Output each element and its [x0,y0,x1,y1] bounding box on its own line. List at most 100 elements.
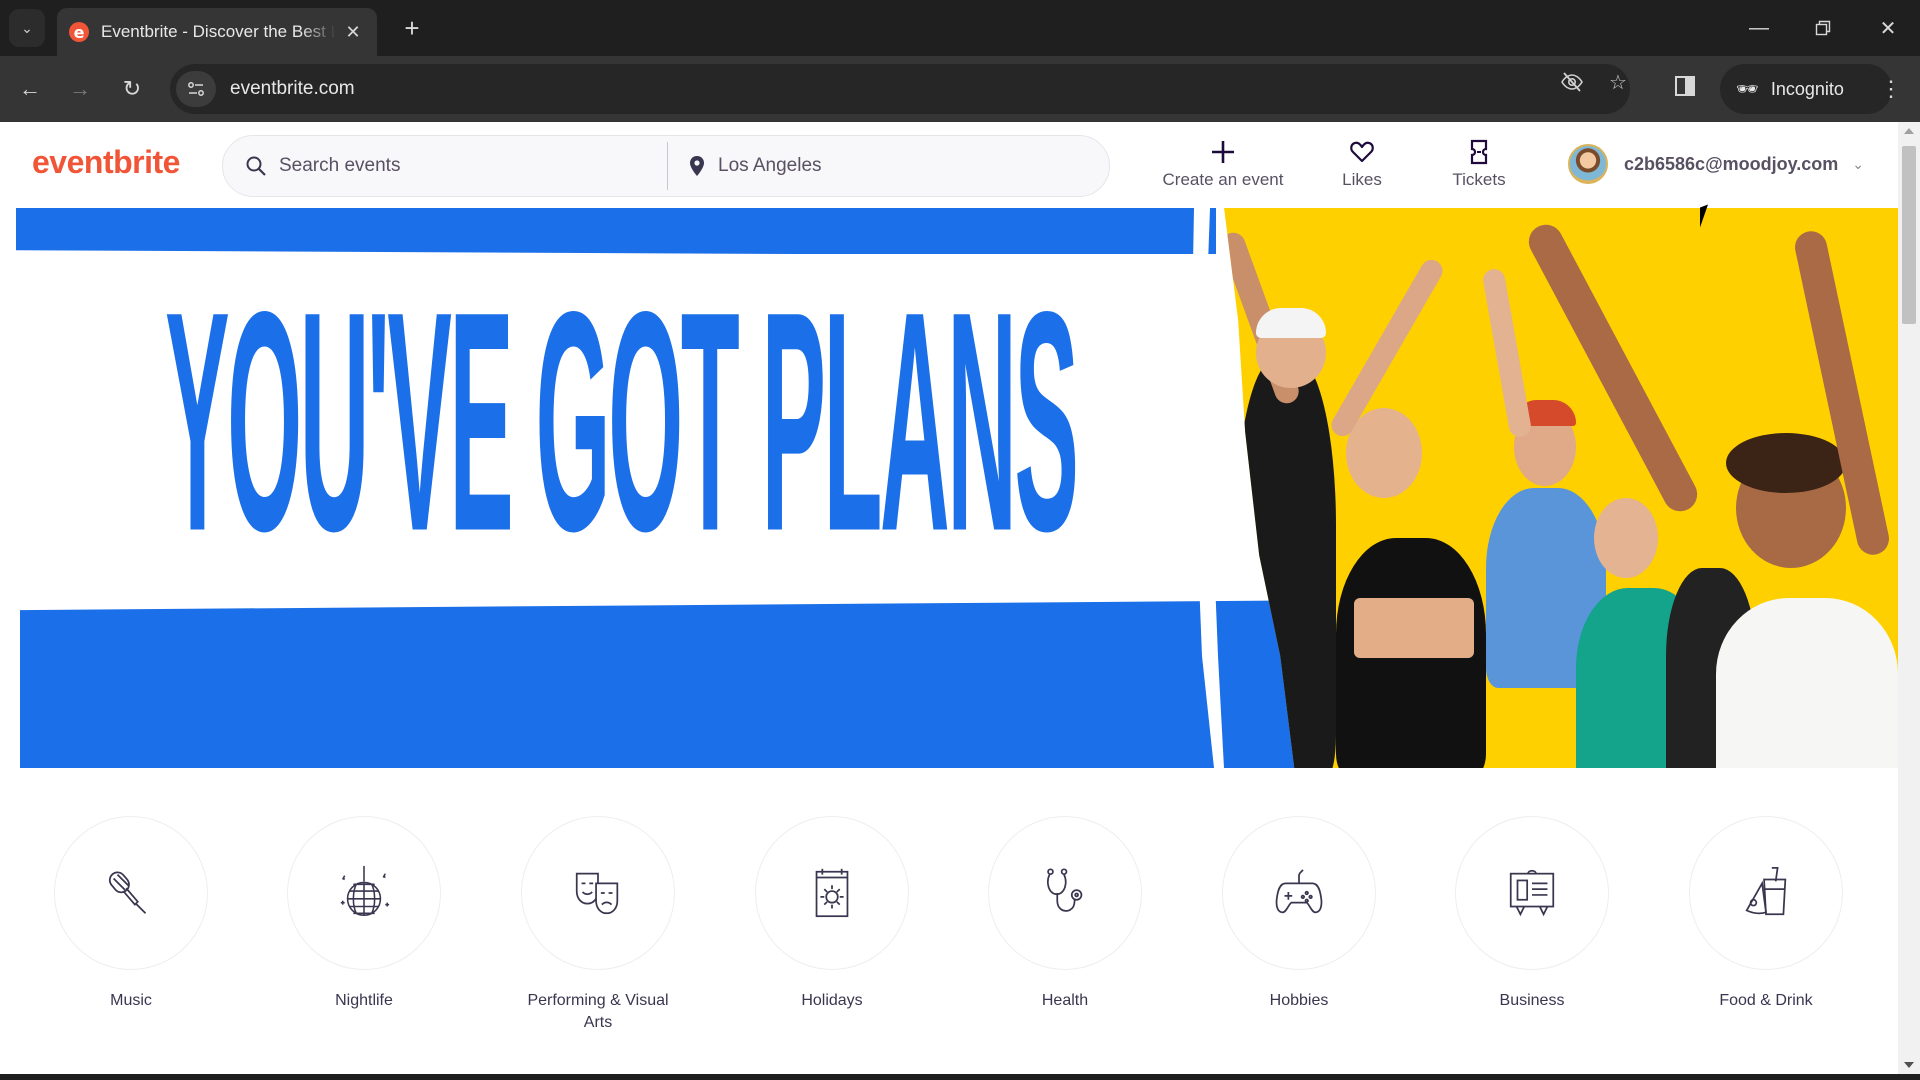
side-panel-icon [1675,76,1695,96]
close-icon: ✕ [1879,17,1897,40]
new-tab-button[interactable]: + [396,12,428,44]
address-bar[interactable]: eventbrite.com [170,64,1630,114]
calendar-sun-icon [815,868,849,918]
restore-button[interactable] [1801,10,1845,46]
likes-button[interactable]: Likes [1332,138,1392,194]
hero-banner: YOU'VE GOT PLANS Find yo [0,208,1898,768]
category-food-drink[interactable]: Food & Drink [1666,816,1866,1012]
avatar [1568,144,1608,184]
search-input[interactable]: Search events [223,136,667,196]
heart-icon [1349,138,1375,166]
site-header: eventbrite Search events Los Angeles Cre… [0,122,1898,208]
category-icon-circle [1222,816,1376,970]
incognito-indicator[interactable]: 🕶 Incognito [1720,64,1892,114]
browser-tab-active[interactable]: e Eventbrite - Discover the Best Local E… [57,8,377,56]
category-icon-circle [54,816,208,970]
category-health[interactable]: Health [965,816,1165,1012]
side-panel-button[interactable] [1674,75,1702,103]
disco-ball-icon [340,865,390,917]
search-placeholder: Search events [279,155,401,176]
search-bar: Search events Los Angeles [222,135,1110,197]
category-hobbies[interactable]: Hobbies [1199,816,1399,1012]
tune-icon [188,82,204,96]
category-business[interactable]: Business [1432,816,1632,1012]
more-vertical-icon: ⋮ [1880,76,1902,101]
category-icon-circle [287,816,441,970]
minimize-icon: — [1749,16,1769,39]
star-icon: ☆ [1609,71,1627,94]
category-icon-circle [988,816,1142,970]
browser-tabstrip: ⌄ e Eventbrite - Discover the Best Local… [0,0,1920,56]
scroll-up-arrow-icon[interactable] [1904,128,1914,134]
category-label: Food & Drink [1719,992,1813,1009]
tab-close-icon[interactable]: ✕ [341,22,365,43]
browser-toolbar: ← → ↻ eventbrite.com ☆ 🕶 Incognito ⋮ [0,56,1920,122]
bookmark-button[interactable]: ☆ [1605,69,1631,95]
pizza-drink-icon [1745,866,1787,916]
bottom-edge-strip [0,1074,1920,1080]
hero-headline: YOU'VE GOT PLANS [66,252,1176,592]
scrollbar-thumb[interactable] [1902,146,1916,324]
page-scrollbar[interactable] [1898,122,1920,1074]
incognito-label: Incognito [1770,78,1844,99]
category-music[interactable]: Music [31,816,231,1012]
theater-masks-icon [575,872,619,915]
incognito-icon: 🕶 [1736,78,1759,99]
restore-icon [1815,20,1831,36]
tab-title: Eventbrite - Discover the Best Local Eve… [101,22,336,41]
ticket-icon [1469,138,1489,166]
category-label: Performing & Visual Arts [527,992,669,1031]
account-email: c2b6586c@moodjoy.com [1624,153,1839,174]
category-label: Music [110,992,152,1009]
category-icon-circle [1455,816,1609,970]
category-list: Music Nightlife Performing & Visual Arts… [0,816,1898,1056]
category-performing-visual-arts[interactable]: Performing & Visual Arts [498,816,698,1034]
eventbrite-logo[interactable]: eventbrite [32,144,180,181]
plus-icon [1210,138,1236,166]
presentation-board-icon [1509,869,1555,917]
forward-arrow-icon: → [69,76,91,101]
hero-headline-text: YOU'VE GOT PLANS [165,246,1079,597]
tracking-protection-button[interactable] [1559,69,1585,95]
tab-search-button[interactable]: ⌄ [9,9,45,47]
chevron-down-icon: ⌄ [21,19,33,36]
category-holidays[interactable]: Holidays [732,816,932,1012]
web-page: eventbrite Search events Los Angeles Cre… [0,122,1898,1074]
category-label: Nightlife [335,992,393,1009]
category-label: Hobbies [1269,992,1329,1009]
tickets-button[interactable]: Tickets [1447,138,1511,194]
category-label: Health [1041,992,1089,1009]
mouse-cursor-icon [1700,204,1708,228]
account-menu[interactable]: c2b6586c@moodjoy.com ⌄ [1568,142,1864,186]
location-input[interactable]: Los Angeles [668,136,1109,196]
browser-menu-button[interactable]: ⋮ [1876,74,1906,104]
plus-icon: + [404,12,420,43]
eye-off-icon [1561,72,1583,92]
location-value: Los Angeles [718,155,822,176]
reload-button[interactable]: ↻ [115,72,149,106]
category-label: Business [1499,992,1565,1009]
category-label: Holidays [801,992,863,1009]
tickets-label: Tickets [1452,170,1506,189]
eventbrite-favicon-icon: e [69,22,89,42]
category-icon-circle [521,816,675,970]
likes-label: Likes [1342,170,1382,189]
back-button[interactable]: ← [13,72,47,106]
hero-photo-dancers [1224,208,1898,768]
window-close-button[interactable]: ✕ [1866,10,1910,46]
chevron-down-icon: ⌄ [1852,155,1865,172]
minimize-button[interactable]: — [1737,10,1781,46]
location-pin-icon [688,155,706,177]
create-event-button[interactable]: Create an event [1158,138,1288,194]
game-controller-icon [1275,869,1323,914]
category-nightlife[interactable]: Nightlife [264,816,464,1012]
scroll-down-arrow-icon[interactable] [1904,1062,1914,1068]
url-text[interactable]: eventbrite.com [230,78,355,100]
category-icon-circle [1689,816,1843,970]
site-info-button[interactable] [176,71,216,107]
stethoscope-icon [1046,868,1083,912]
forward-button[interactable]: → [63,72,97,106]
reload-icon: ↻ [122,76,142,101]
hero-blue-band-bottom [20,600,1360,768]
back-arrow-icon: ← [19,76,41,101]
